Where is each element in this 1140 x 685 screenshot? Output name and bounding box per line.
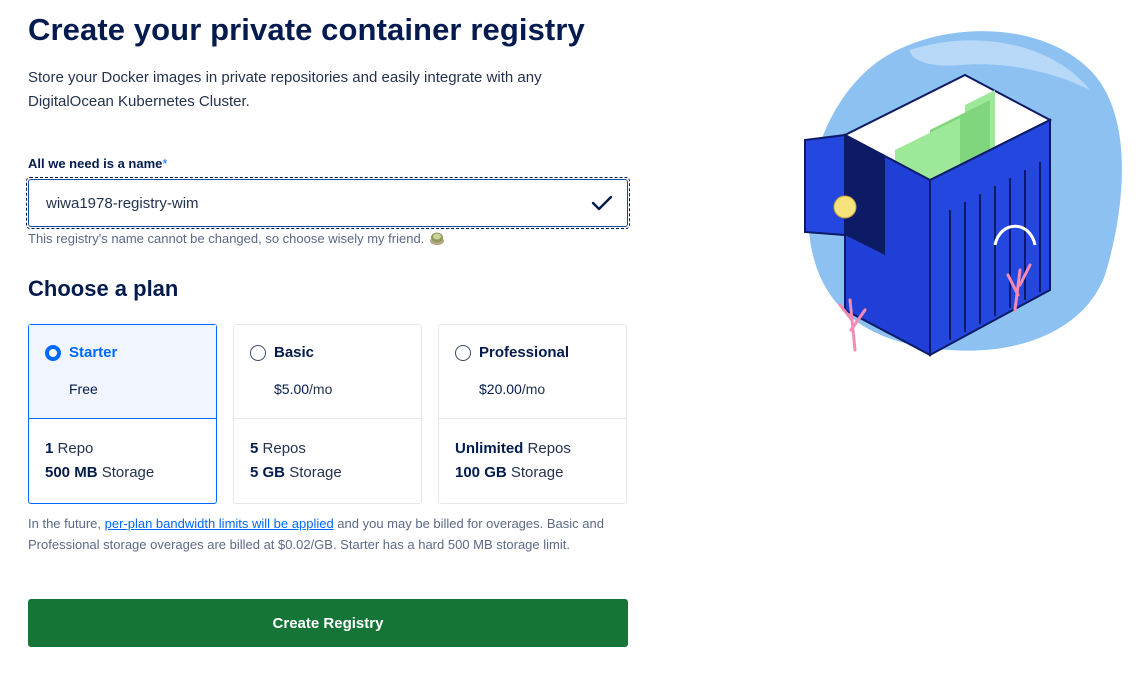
plan-card-details: Unlimited Repos 100 GB Storage bbox=[439, 419, 626, 485]
check-icon bbox=[591, 195, 613, 211]
create-registry-button[interactable]: Create Registry bbox=[28, 599, 628, 647]
plan-options: Starter Free 1 Repo 500 MB Storage Basic… bbox=[28, 324, 627, 504]
plan-storage-value: 100 GB bbox=[455, 464, 507, 481]
container-door-dark bbox=[845, 135, 885, 255]
name-hint-text: This registry's name cannot be changed, … bbox=[28, 230, 425, 246]
required-marker: * bbox=[162, 156, 168, 171]
pufferfish bbox=[833, 195, 857, 219]
plan-repos: Unlimited Repos bbox=[455, 437, 610, 461]
plan-radio-professional[interactable] bbox=[455, 344, 471, 361]
plan-storage: 500 MB Storage bbox=[45, 461, 200, 485]
name-field-focus-ring bbox=[26, 177, 630, 229]
name-field-label: All we need is a name* bbox=[28, 156, 167, 171]
plan-storage: 100 GB Storage bbox=[455, 461, 610, 485]
plan-price-suffix: /mo bbox=[521, 381, 546, 397]
name-field[interactable] bbox=[28, 179, 628, 227]
plan-repos-value: 1 bbox=[45, 440, 54, 457]
plan-card-starter[interactable]: Starter Free 1 Repo 500 MB Storage bbox=[28, 324, 217, 504]
plan-price-value: $5.00 bbox=[274, 381, 310, 397]
plan-card-details: 5 Repos 5 GB Storage bbox=[234, 419, 421, 485]
plan-price-suffix: /mo bbox=[309, 381, 333, 397]
plan-card-header: Basic $5.00/mo bbox=[234, 325, 421, 419]
name-label-text: All we need is a name bbox=[28, 156, 163, 171]
plan-storage: 5 GB Storage bbox=[250, 461, 405, 485]
bandwidth-note: In the future, per-plan bandwidth limits… bbox=[28, 513, 628, 555]
bandwidth-limits-link[interactable]: per-plan bandwidth limits will be applie… bbox=[105, 516, 334, 531]
plan-price-value: $20.00 bbox=[479, 381, 522, 397]
plan-repos-label: Repos bbox=[262, 440, 306, 457]
plan-storage-label: Storage bbox=[510, 464, 564, 481]
plan-card-details: 1 Repo 500 MB Storage bbox=[29, 419, 216, 485]
page-title: Create your private container registry bbox=[28, 12, 585, 47]
plan-price-value: Free bbox=[69, 381, 98, 397]
plan-card-header: Professional $20.00/mo bbox=[439, 325, 626, 419]
container-registry-illustration bbox=[804, 31, 1122, 357]
registry-name-input[interactable] bbox=[46, 194, 591, 212]
plan-radio-starter[interactable] bbox=[45, 344, 61, 361]
plan-radio-basic[interactable] bbox=[250, 344, 266, 361]
plan-name: Basic bbox=[274, 344, 315, 361]
plan-storage-value: 500 MB bbox=[45, 464, 98, 481]
plan-repos-value: Unlimited bbox=[455, 440, 524, 457]
plan-storage-label: Storage bbox=[289, 464, 342, 481]
turtle-icon bbox=[430, 232, 445, 245]
plan-price: $5.00/mo bbox=[274, 381, 405, 397]
plan-name: Starter bbox=[69, 344, 118, 361]
name-hint: This registry's name cannot be changed, … bbox=[28, 230, 445, 246]
plan-repos-label: Repos bbox=[527, 440, 571, 457]
plan-repos: 5 Repos bbox=[250, 437, 405, 461]
page-subtitle: Store your Docker images in private repo… bbox=[28, 69, 542, 110]
plan-price: Free bbox=[69, 381, 200, 397]
plan-repos-label: Repo bbox=[57, 440, 94, 457]
plan-storage-value: 5 GB bbox=[250, 464, 286, 481]
plan-card-header: Starter Free bbox=[29, 325, 216, 419]
plan-repos-value: 5 bbox=[250, 440, 259, 457]
plan-heading: Choose a plan bbox=[28, 276, 179, 301]
plan-card-basic[interactable]: Basic $5.00/mo 5 Repos 5 GB Storage bbox=[233, 324, 422, 504]
note-text-before: In the future, bbox=[28, 516, 105, 531]
plan-price: $20.00/mo bbox=[479, 381, 610, 397]
plan-repos: 1 Repo bbox=[45, 437, 200, 461]
plan-storage-label: Storage bbox=[101, 464, 155, 481]
plan-card-professional[interactable]: Professional $20.00/mo Unlimited Repos 1… bbox=[438, 324, 627, 504]
container-door bbox=[804, 133, 846, 237]
plan-name: Professional bbox=[479, 344, 570, 361]
